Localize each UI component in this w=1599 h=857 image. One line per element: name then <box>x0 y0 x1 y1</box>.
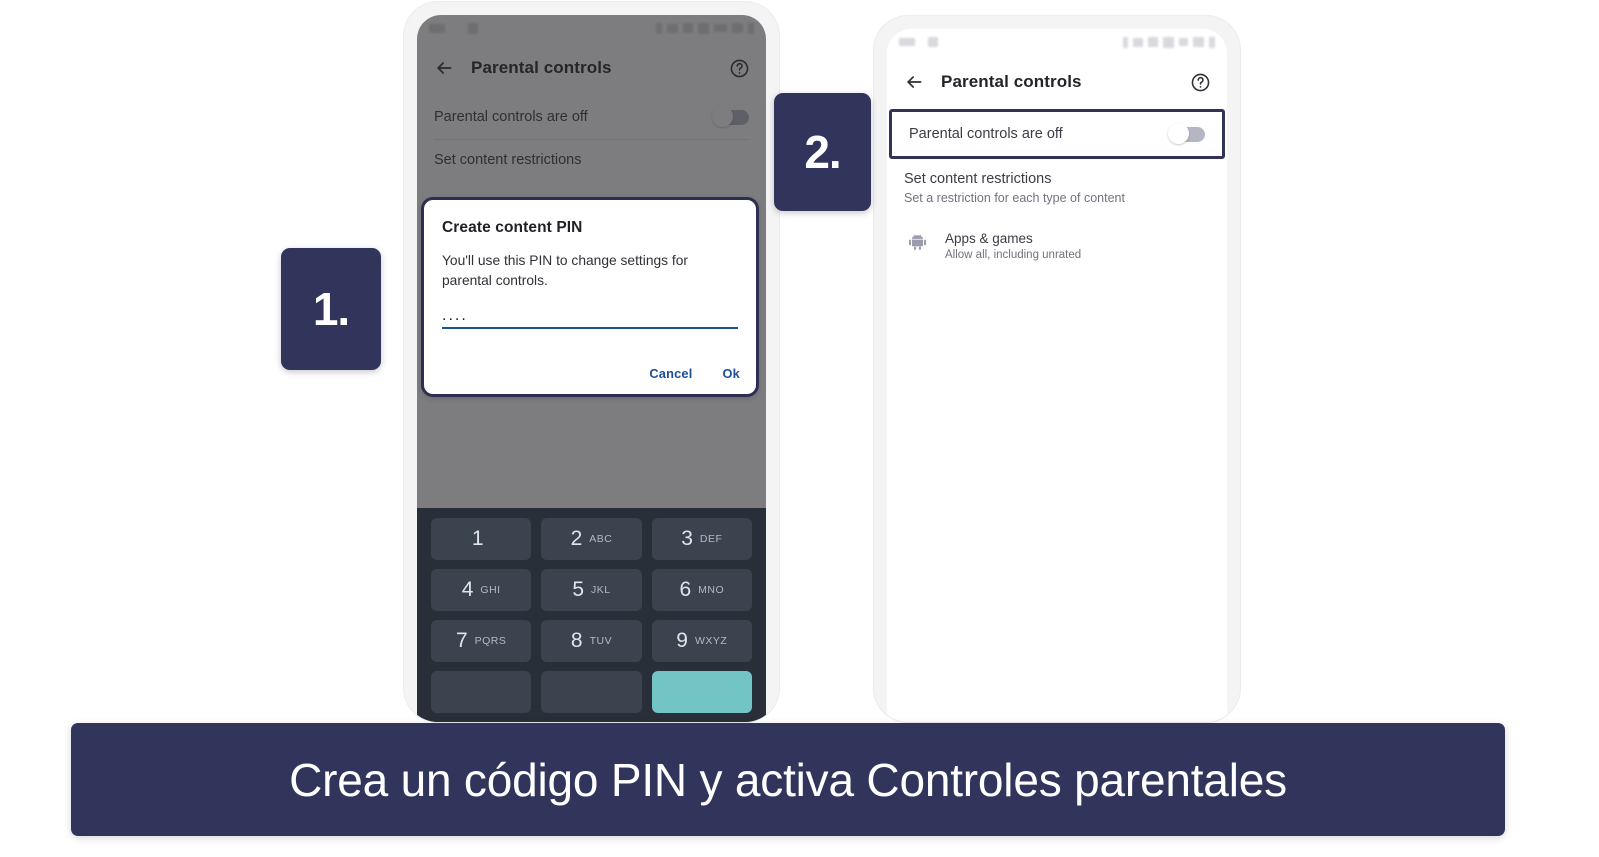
keypad-row-3: 7 PQRS 8 TUV 9 WXYZ <box>431 620 752 662</box>
content-restriction-item-title: Apps & games <box>945 231 1033 246</box>
status-vibrate-icon <box>1133 37 1143 47</box>
keypad-key-enter[interactable] <box>651 671 752 713</box>
step-badge-1: 1. <box>281 248 381 370</box>
set-content-restrictions-subtitle: Set a restriction for each type of conte… <box>904 191 1125 205</box>
keypad-key-letters: PQRS <box>474 635 507 647</box>
keypad-key-3[interactable]: 3 DEF <box>651 518 752 560</box>
cancel-button[interactable]: Cancel <box>649 366 692 381</box>
parental-controls-toggle-label: Parental controls are off <box>909 126 1063 142</box>
keypad-key-1[interactable]: 1 <box>431 518 532 560</box>
create-content-pin-dialog: Create content PIN You'll use this PIN t… <box>421 197 759 397</box>
parental-controls-toggle-row[interactable]: Parental controls are off <box>892 112 1222 156</box>
arrow-left-icon[interactable] <box>901 69 927 95</box>
keypad-row-1: 1 2 ABC 3 DEF <box>431 518 752 560</box>
ok-button[interactable]: Ok <box>723 366 740 381</box>
content-restriction-item-text: Apps & games Allow all, including unrate… <box>945 231 1081 261</box>
status-wifi-icon <box>1148 37 1158 47</box>
set-content-restrictions-section[interactable]: Set content restrictions Set a restricti… <box>887 159 1227 205</box>
status-cell-icon <box>1193 37 1204 47</box>
keypad-key-letters: JKL <box>591 584 611 596</box>
keypad-key-number: 3 <box>681 527 693 550</box>
phone-2-app-bar: Parental controls <box>887 55 1227 109</box>
keypad-key-number: 1 <box>471 527 484 550</box>
content-restriction-item-apps-games[interactable]: Apps & games Allow all, including unrate… <box>887 205 1227 261</box>
keypad-key-letters: TUV <box>589 635 613 647</box>
keypad-key-letters: ABC <box>589 533 613 545</box>
keypad-key-8[interactable]: 8 TUV <box>541 620 642 662</box>
keypad-key-number: 6 <box>679 578 692 601</box>
phone-2-status-bar <box>887 29 1227 55</box>
status-battery-icon <box>1209 36 1215 48</box>
keypad-key-number: 2 <box>570 527 583 550</box>
status-notification-icon-2 <box>928 37 938 47</box>
status-signal-icon <box>1163 36 1174 48</box>
keypad-key-letters: MNO <box>698 584 725 596</box>
phone-2-notch <box>1014 29 1100 49</box>
status-bar-left-icons <box>899 37 938 47</box>
toggle-knob <box>1168 123 1189 144</box>
keypad-row-4 <box>431 671 752 713</box>
keypad-key-number: 9 <box>676 629 688 652</box>
keypad-key-5[interactable]: 5 JKL <box>541 569 642 611</box>
keypad-key-6[interactable]: 6 MNO <box>651 569 752 611</box>
keypad-key-2[interactable]: 2 ABC <box>541 518 642 560</box>
pin-input-value: .... <box>442 307 468 325</box>
keypad-key-number: 7 <box>455 629 468 652</box>
status-notification-icon <box>899 38 915 46</box>
status-network-label <box>1179 38 1188 46</box>
parental-controls-toggle-highlight: Parental controls are off <box>889 109 1225 159</box>
help-circle-icon[interactable] <box>1187 69 1213 95</box>
keypad-key-letters: WXYZ <box>694 635 728 647</box>
parental-controls-toggle-switch[interactable] <box>1168 123 1205 144</box>
android-robot-icon <box>908 231 928 255</box>
phone-mockup-step-2: Parental controls Parental controls are … <box>874 16 1240 722</box>
keypad-row-2: 4 GHI 5 JKL 6 MNO <box>431 569 752 611</box>
keypad-key-number: 5 <box>572 578 585 601</box>
keypad-key-7[interactable]: 7 PQRS <box>431 620 532 662</box>
caption-bar: Crea un código PIN y activa Controles pa… <box>71 723 1505 836</box>
dialog-body-text: You'll use this PIN to change settings f… <box>442 253 689 288</box>
page-title: Parental controls <box>941 72 1082 91</box>
content-restriction-item-subtitle: Allow all, including unrated <box>945 249 1082 261</box>
keypad-key-9[interactable]: 9 WXYZ <box>651 620 752 662</box>
dialog-actions: Cancel Ok <box>649 366 740 381</box>
dialog-title: Create content PIN <box>442 219 583 236</box>
keypad-key-0[interactable] <box>541 671 642 713</box>
keypad-key-star[interactable] <box>431 671 532 713</box>
step-badge-2: 2. <box>774 93 871 211</box>
screenshot-root: Parental controls Parental controls are … <box>0 0 1599 857</box>
phone-2-screen: Parental controls Parental controls are … <box>887 29 1227 722</box>
keypad-key-number: 4 <box>461 578 474 601</box>
keypad-key-number: 8 <box>570 629 583 652</box>
status-bar-right-icons <box>1123 36 1215 48</box>
set-content-restrictions-title: Set content restrictions <box>904 171 1052 187</box>
caption-text: Crea un código PIN y activa Controles pa… <box>289 753 1287 806</box>
keypad-key-4[interactable]: 4 GHI <box>431 569 532 611</box>
keypad-key-letters: DEF <box>699 533 723 545</box>
pin-input-field[interactable]: .... <box>442 307 738 330</box>
status-alarm-icon <box>1123 36 1128 48</box>
numeric-keypad: 1 2 ABC 3 DEF 4 GHI 5 JKL 6 MNO 7 PQRS 8… <box>417 508 766 722</box>
keypad-key-letters: GHI <box>480 584 501 596</box>
